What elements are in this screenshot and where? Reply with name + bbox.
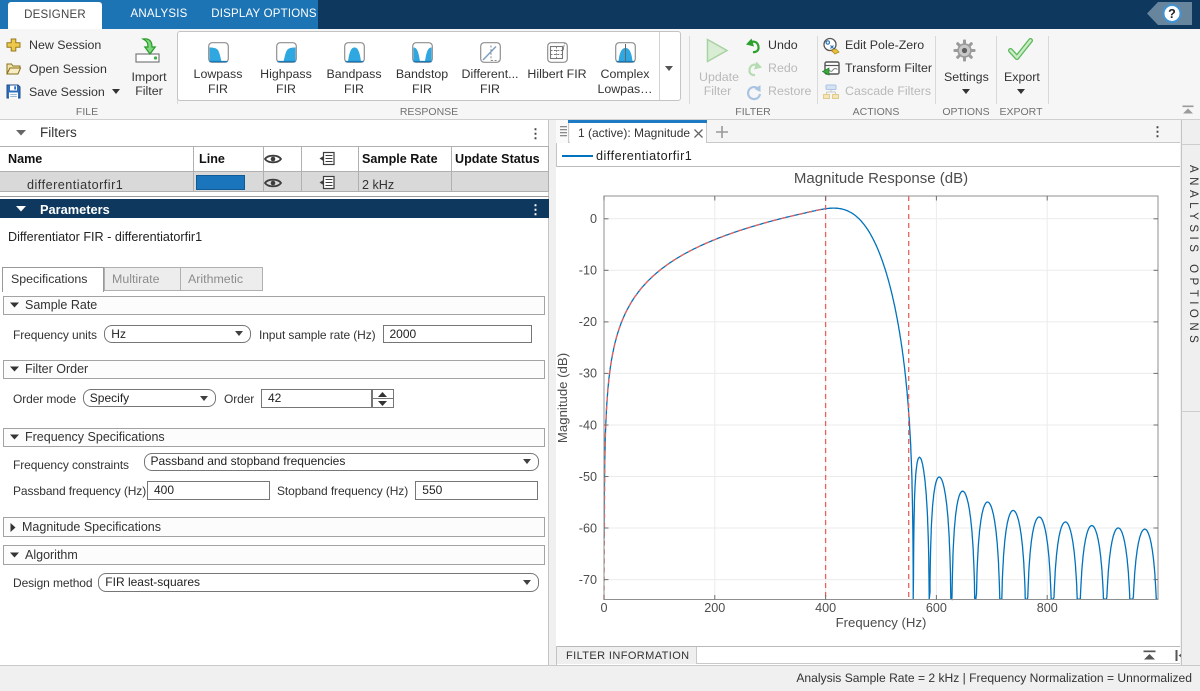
svg-text:-70: -70 [579, 573, 597, 587]
svg-text:-20: -20 [579, 315, 597, 329]
svg-text:400: 400 [815, 601, 836, 615]
svg-text:200: 200 [704, 601, 725, 615]
svg-text:j: j [562, 44, 565, 51]
svg-text:600: 600 [926, 601, 947, 615]
svg-text:-60: -60 [579, 521, 597, 535]
svg-text:800: 800 [1037, 601, 1058, 615]
svg-text:-50: -50 [579, 470, 597, 484]
svg-text:0: 0 [600, 601, 607, 615]
svg-text:0: 0 [590, 212, 597, 226]
svg-text:-10: -10 [579, 264, 597, 278]
svg-text:Magnitude (dB): Magnitude (dB) [556, 353, 570, 443]
svg-text:?: ? [1168, 7, 1176, 21]
svg-text:Frequency (Hz): Frequency (Hz) [836, 615, 927, 630]
svg-text:-40: -40 [579, 418, 597, 432]
svg-text:Magnitude Response (dB): Magnitude Response (dB) [794, 170, 968, 187]
svg-text:-30: -30 [579, 367, 597, 381]
